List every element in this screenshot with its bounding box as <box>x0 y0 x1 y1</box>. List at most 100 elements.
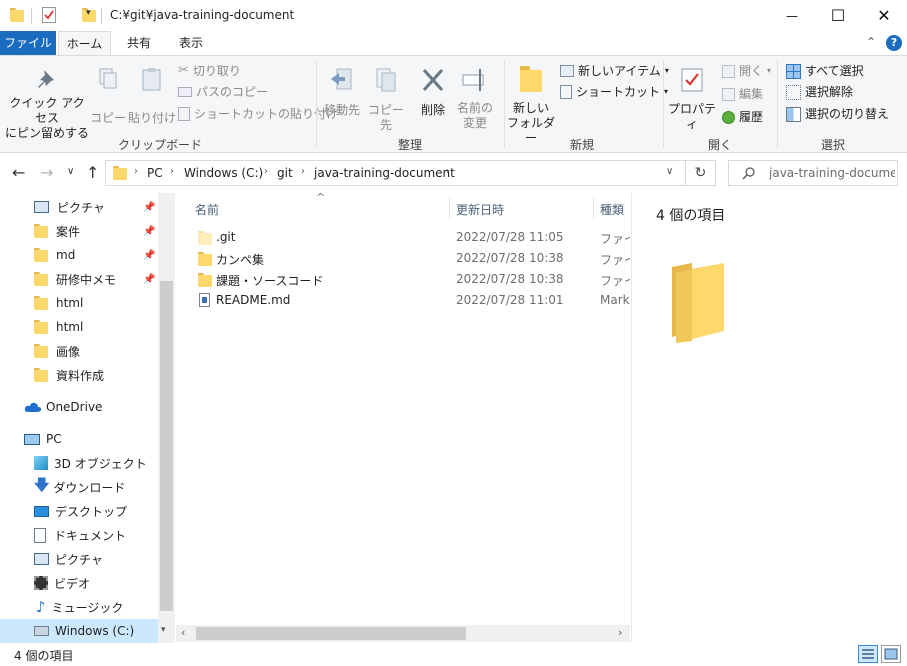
nav-item-anken[interactable]: 案件 📌 <box>0 219 158 243</box>
file-row[interactable]: カンペ集 2022/07/28 10:38 ファイル <box>176 248 630 269</box>
back-button[interactable]: ← <box>12 163 25 182</box>
search-input[interactable]: java-training-docume... <box>728 160 898 186</box>
pin-to-quick-access-button[interactable]: クイック アクセス にピン留めする <box>4 66 90 141</box>
chevron-right-icon[interactable]: › <box>170 166 174 177</box>
nav-pane-scrollbar[interactable]: ▾ <box>158 193 175 643</box>
pin-icon[interactable]: 📌 <box>143 250 155 261</box>
select-all-button[interactable]: すべて選択 <box>786 62 864 80</box>
edit-button[interactable]: 編集 <box>722 85 763 103</box>
rename-button[interactable]: 名前の 変更 <box>452 66 498 131</box>
nav-item-docs-creation[interactable]: 資料作成 <box>0 363 158 387</box>
nav-item-md[interactable]: md 📌 <box>0 243 158 267</box>
copy-path-button[interactable]: パスのコピー <box>178 83 268 101</box>
breadcrumb-drive[interactable]: Windows (C:) <box>184 166 263 180</box>
easy-access-button[interactable]: ショートカット ▾ <box>560 83 668 101</box>
maximize-button[interactable]: ☐ <box>815 0 861 31</box>
divider[interactable] <box>449 197 450 219</box>
nav-item-pc[interactable]: PC <box>0 427 158 451</box>
help-icon[interactable]: ? <box>886 35 902 51</box>
customize-toolbar-icon[interactable]: ▾ <box>86 8 91 18</box>
properties-button[interactable]: プロパティ <box>666 66 718 132</box>
scroll-left-icon[interactable]: ‹ <box>181 626 185 639</box>
close-button[interactable]: ✕ <box>861 0 907 31</box>
properties-check-icon[interactable] <box>42 7 56 23</box>
search-icon <box>742 167 755 180</box>
pin-icon[interactable]: 📌 <box>143 202 155 213</box>
nav-item-html[interactable]: html <box>0 291 158 315</box>
minimize-button[interactable]: — <box>769 0 815 31</box>
address-dropdown-icon[interactable]: ∨ <box>666 166 673 177</box>
nav-item-windows-c[interactable]: Windows (C:) <box>0 619 158 643</box>
file-row[interactable]: .git 2022/07/28 11:05 ファイル <box>176 227 630 248</box>
recent-locations-button[interactable]: ∨ <box>67 166 74 177</box>
column-header-name[interactable]: 名前 <box>195 201 219 218</box>
chevron-right-icon[interactable]: › <box>134 166 138 177</box>
history-button[interactable]: 履歴 <box>722 108 763 126</box>
scrollbar-thumb[interactable] <box>160 281 173 611</box>
nav-item-pictures[interactable]: ピクチャ <box>0 547 158 571</box>
file-name: 課題・ソースコード <box>216 274 324 288</box>
chevron-right-icon[interactable]: › <box>301 166 305 177</box>
nav-item-html[interactable]: html <box>0 315 158 339</box>
easy-access-label: ショートカット <box>576 85 661 99</box>
new-folder-label-1: 新しい <box>512 101 549 115</box>
forward-button[interactable]: → <box>40 163 53 182</box>
tab-share[interactable]: 共有 <box>116 31 162 55</box>
new-item-button[interactable]: 新しいアイテム ▾ <box>560 62 669 80</box>
nav-item-pictures-quick[interactable]: ピクチャ 📌 <box>0 195 158 219</box>
nav-item-3d-objects[interactable]: 3D オブジェクト <box>0 451 158 475</box>
move-to-button[interactable]: 移動先 <box>320 66 364 118</box>
select-all-label: すべて選択 <box>805 64 864 78</box>
breadcrumb-git[interactable]: git <box>277 166 293 180</box>
pictures-icon <box>34 201 49 213</box>
breadcrumb-current[interactable]: java-training-document <box>314 166 455 180</box>
status-item-count: 4 個の項目 <box>14 649 74 663</box>
paste-shortcut-button[interactable]: ショートカットの貼り付け <box>178 105 338 123</box>
nav-item-documents[interactable]: ドキュメント <box>0 523 158 547</box>
nav-item-desktop[interactable]: デスクトップ <box>0 499 158 523</box>
collapse-ribbon-icon[interactable]: ⌃ <box>866 35 876 49</box>
chevron-right-icon[interactable]: › <box>446 166 450 177</box>
cut-button[interactable]: ✂ 切り取り <box>178 62 241 80</box>
nav-item-training-memo[interactable]: 研修中メモ 📌 <box>0 267 158 291</box>
scrollbar-thumb[interactable] <box>196 627 466 640</box>
nav-item-onedrive[interactable]: OneDrive <box>0 395 158 419</box>
nav-item-music[interactable]: ♪ ミュージック <box>0 595 158 619</box>
large-icons-view-icon <box>884 648 898 660</box>
breadcrumb-pc[interactable]: PC <box>147 166 163 180</box>
nav-item-label: md <box>56 248 76 262</box>
refresh-button[interactable]: ↻ <box>686 160 716 186</box>
column-header-type[interactable]: 種類 <box>600 201 624 218</box>
clipboard-group-label: クリップボード <box>117 138 202 152</box>
tab-view[interactable]: 表示 <box>168 31 214 55</box>
scroll-down-icon[interactable]: ▾ <box>161 625 166 635</box>
open-button[interactable]: 開く ▾ <box>722 62 771 80</box>
tab-file[interactable]: ファイル <box>0 31 56 55</box>
desktop-icon <box>34 505 49 517</box>
delete-button[interactable]: 削除 <box>414 66 452 118</box>
column-header-date[interactable]: 更新日時 <box>456 201 504 218</box>
paste-button[interactable]: 貼り付け <box>128 66 176 126</box>
pin-icon[interactable]: 📌 <box>143 226 155 237</box>
navigation-bar: ← → ∨ ↑ › PC › Windows (C:) › git › java… <box>0 153 907 193</box>
select-none-button[interactable]: 選択解除 <box>786 83 853 101</box>
divider[interactable] <box>593 197 594 219</box>
file-row[interactable]: 課題・ソースコード 2022/07/28 10:38 ファイル <box>176 269 630 290</box>
copy-to-button[interactable]: コピー先 <box>364 66 408 133</box>
nav-item-images[interactable]: 画像 <box>0 339 158 363</box>
file-row[interactable]: README.md 2022/07/28 11:01 Markdown <box>176 290 630 311</box>
large-icons-view-button[interactable] <box>881 645 901 663</box>
invert-selection-button[interactable]: 選択の切り替え <box>786 105 889 123</box>
details-view-button[interactable] <box>858 645 878 663</box>
pin-icon[interactable]: 📌 <box>143 274 155 285</box>
nav-item-downloads[interactable]: 🡇 ダウンロード <box>0 475 158 499</box>
file-list-horizontal-scrollbar[interactable]: ‹ › <box>176 625 630 642</box>
tab-home[interactable]: ホーム <box>58 31 111 55</box>
copy-button[interactable]: コピー <box>90 66 126 126</box>
address-bar[interactable]: › PC › Windows (C:) › git › java-trainin… <box>105 160 686 186</box>
scroll-right-icon[interactable]: › <box>618 626 622 639</box>
nav-item-videos[interactable]: ビデオ <box>0 571 158 595</box>
chevron-right-icon[interactable]: › <box>264 166 268 177</box>
up-button[interactable]: ↑ <box>86 163 99 182</box>
new-folder-button[interactable]: 新しい フォルダー <box>506 66 556 146</box>
